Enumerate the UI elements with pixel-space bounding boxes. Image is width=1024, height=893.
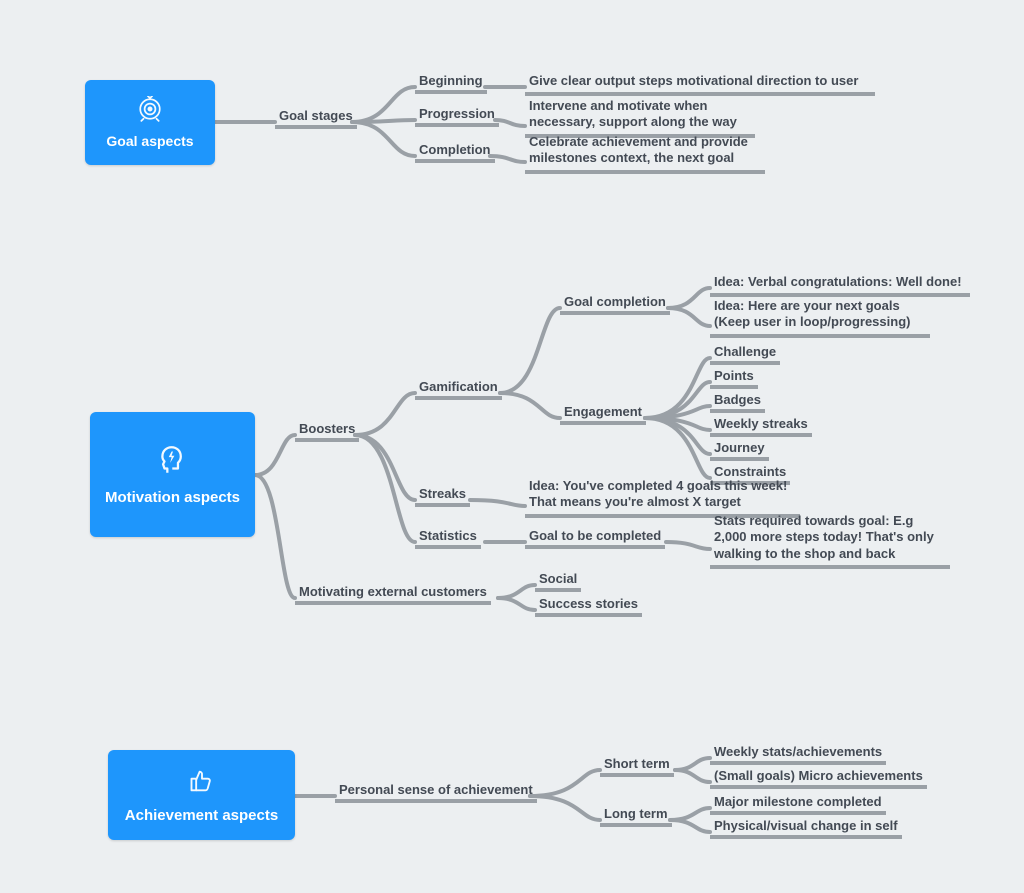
achievement-aspects-root: Achievement aspects bbox=[108, 750, 295, 840]
streaks-desc: Idea: You've completed 4 goals this week… bbox=[525, 478, 800, 518]
mec-node: Motivating external customers bbox=[295, 584, 491, 605]
stat-gtbc: Goal to be completed bbox=[525, 528, 665, 549]
long-major: Major milestone completed bbox=[710, 794, 886, 815]
eng-journey: Journey bbox=[710, 440, 769, 461]
goal-aspects-title: Goal aspects bbox=[106, 133, 193, 149]
short-term-node: Short term bbox=[600, 756, 674, 777]
goal-stages-node: Goal stages bbox=[275, 108, 357, 129]
motivation-aspects-root: Motivation aspects bbox=[90, 412, 255, 537]
progression-desc: Intervene and motivate when necessary, s… bbox=[525, 98, 755, 138]
mec-social: Social bbox=[535, 571, 581, 592]
boosters-node: Boosters bbox=[295, 421, 359, 442]
short-weekly: Weekly stats/achievements bbox=[710, 744, 886, 765]
beginning-desc: Give clear output steps motivational dir… bbox=[525, 73, 875, 96]
long-term-node: Long term bbox=[600, 806, 672, 827]
thumbs-up-icon bbox=[188, 767, 216, 799]
gc-idea2: Idea: Here are your next goals (Keep use… bbox=[710, 298, 930, 338]
eng-points: Points bbox=[710, 368, 758, 389]
target-icon bbox=[137, 96, 163, 125]
long-physical: Physical/visual change in self bbox=[710, 818, 902, 839]
statistics-node: Statistics bbox=[415, 528, 481, 549]
progression-node: Progression bbox=[415, 106, 499, 127]
streaks-node: Streaks bbox=[415, 486, 470, 507]
eng-badges: Badges bbox=[710, 392, 765, 413]
psa-node: Personal sense of achievement bbox=[335, 782, 537, 803]
goal-aspects-root: Goal aspects bbox=[85, 80, 215, 165]
head-lightning-icon bbox=[156, 443, 190, 481]
achievement-aspects-title: Achievement aspects bbox=[125, 807, 278, 824]
completion-node: Completion bbox=[415, 142, 495, 163]
eng-challenge: Challenge bbox=[710, 344, 780, 365]
gc-idea1: Idea: Verbal congratulations: Well done! bbox=[710, 274, 970, 297]
completion-desc: Celebrate achievement and provide milest… bbox=[525, 134, 765, 174]
engagement-node: Engagement bbox=[560, 404, 646, 425]
motivation-aspects-title: Motivation aspects bbox=[105, 489, 240, 506]
beginning-node: Beginning bbox=[415, 73, 487, 94]
short-small: (Small goals) Micro achievements bbox=[710, 768, 927, 789]
mec-success: Success stories bbox=[535, 596, 642, 617]
eng-weekly: Weekly streaks bbox=[710, 416, 812, 437]
stat-desc: Stats required towards goal: E.g 2,000 m… bbox=[710, 513, 950, 569]
gamification-node: Gamification bbox=[415, 379, 502, 400]
goal-completion-node: Goal completion bbox=[560, 294, 670, 315]
